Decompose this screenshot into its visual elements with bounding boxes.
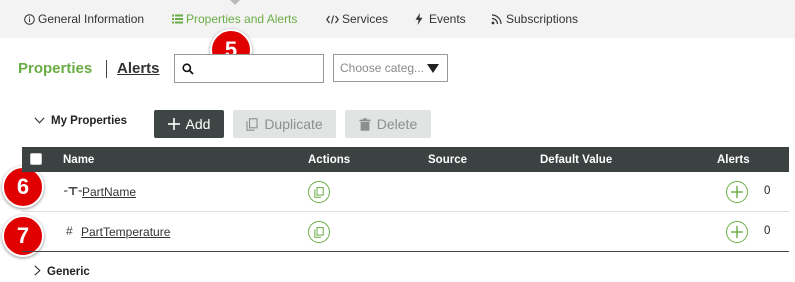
add-property-button[interactable]: Add (154, 110, 224, 138)
table-row: PartName 0 (22, 172, 789, 212)
properties-tab[interactable]: Properties (18, 60, 92, 77)
copy-action-icon[interactable] (308, 221, 330, 243)
category-select[interactable]: Choose categ... (333, 54, 448, 82)
alerts-count: 0 (764, 185, 771, 197)
generic-group-label: Generic (47, 266, 90, 278)
properties-table-header: Name Actions Source Default Value Alerts (22, 147, 789, 172)
active-tab-caret (230, 0, 240, 5)
alerts-count: 0 (764, 225, 771, 237)
search-input[interactable] (174, 54, 324, 83)
tab-label: General Information (38, 12, 145, 26)
trash-icon (359, 117, 371, 131)
copy-icon (246, 117, 258, 131)
tab-events[interactable]: Events (415, 0, 466, 38)
duplicate-label: Duplicate (264, 116, 323, 132)
delete-label: Delete (376, 116, 418, 132)
number-type-icon: # (66, 224, 73, 238)
section-divider (106, 60, 107, 78)
tab-bar: General Information Properties and Alert… (0, 0, 795, 38)
my-properties-group-toggle[interactable]: My Properties (34, 115, 127, 127)
table-row: # PartTemperature 0 (22, 212, 789, 252)
category-placeholder: Choose categ... (340, 61, 425, 75)
tab-label: Subscriptions (506, 12, 579, 26)
copy-action-icon[interactable] (308, 181, 330, 203)
tab-label: Events (429, 12, 466, 26)
search-icon (182, 62, 194, 80)
delete-button[interactable]: Delete (345, 110, 431, 138)
lightning-icon (415, 13, 423, 25)
code-icon (326, 14, 339, 24)
tab-general-information[interactable]: General Information (24, 0, 144, 38)
add-label: Add (185, 116, 211, 132)
dropdown-arrow-icon (427, 64, 439, 73)
column-header-default-value[interactable]: Default Value (540, 147, 612, 172)
column-header-source[interactable]: Source (428, 147, 467, 172)
tab-label: Services (342, 12, 389, 26)
group-label: My Properties (51, 115, 128, 127)
duplicate-button[interactable]: Duplicate (233, 110, 336, 138)
property-name-link[interactable]: PartTemperature (81, 225, 170, 239)
info-icon (24, 13, 35, 25)
feed-icon (491, 13, 503, 25)
tab-subscriptions[interactable]: Subscriptions (491, 0, 578, 38)
generic-group-toggle[interactable]: Generic (34, 265, 90, 279)
alerts-tab[interactable]: Alerts (117, 60, 160, 77)
select-all-checkbox[interactable] (30, 153, 42, 165)
column-header-alerts: Alerts (717, 153, 750, 166)
chevron-right-icon (34, 265, 41, 279)
list-icon (172, 14, 183, 24)
tab-services[interactable]: Services (326, 0, 388, 38)
add-alert-icon[interactable] (726, 181, 748, 203)
tab-label: Properties and Alerts (186, 12, 298, 26)
text-type-icon (64, 185, 82, 199)
property-name-link[interactable]: PartName (82, 185, 136, 199)
column-header-name[interactable]: Name (63, 147, 94, 172)
add-alert-icon[interactable] (726, 221, 748, 243)
chevron-down-icon (34, 115, 45, 127)
column-header-actions: Actions (308, 153, 351, 166)
plus-icon (167, 118, 180, 130)
